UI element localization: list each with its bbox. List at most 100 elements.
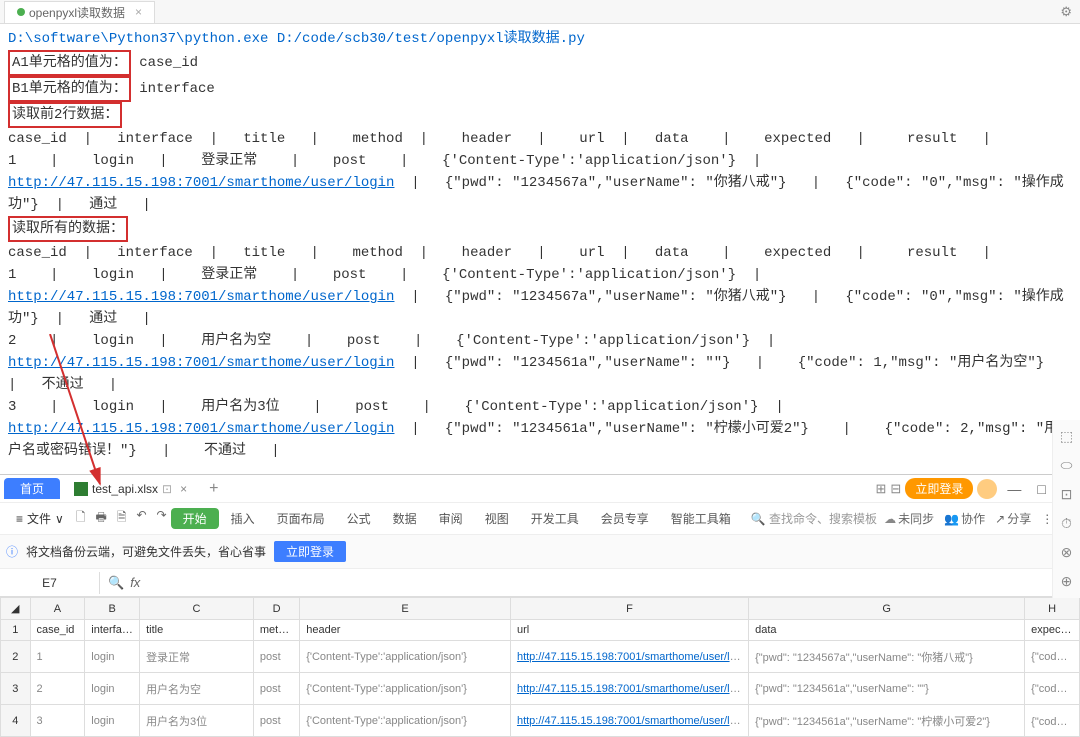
grid-icon[interactable]: ⊞: [876, 481, 887, 497]
cell[interactable]: case_id: [30, 620, 85, 641]
cell-reference[interactable]: E7: [0, 572, 100, 594]
cell[interactable]: login: [85, 673, 140, 705]
a1-label: A1单元格的值为：: [8, 50, 131, 76]
cell[interactable]: {'Content-Type':'application/json'}: [300, 705, 511, 737]
cell[interactable]: {"pwd": "1234561a","userName": "柠檬小可爱2"}: [749, 705, 1025, 737]
select-all-corner[interactable]: ◢: [1, 598, 31, 620]
more-tools-icon[interactable]: ⊕: [1061, 573, 1073, 590]
url-link[interactable]: http://47.115.15.198:7001/smarthome/user…: [8, 289, 394, 305]
file-menu[interactable]: ≡ 文件 ∨: [8, 508, 72, 529]
gear-icon[interactable]: ⚙: [1060, 4, 1072, 20]
file-tab[interactable]: test_api.xlsx ⊡ ×: [66, 480, 195, 498]
cell[interactable]: 登录正常: [140, 641, 254, 673]
col-header[interactable]: F: [510, 598, 748, 620]
minimize-icon[interactable]: —: [1001, 479, 1027, 499]
login-button[interactable]: 立即登录: [905, 478, 973, 499]
cell[interactable]: login: [85, 705, 140, 737]
list-icon[interactable]: ⊟: [890, 481, 901, 497]
cell[interactable]: http://47.115.15.198:7001/smarthome/user…: [510, 705, 748, 737]
menu-review[interactable]: 审阅: [429, 508, 473, 529]
home-tab[interactable]: 首页: [4, 478, 60, 499]
print-icon[interactable]: 🖶: [93, 506, 108, 531]
console-tab[interactable]: openpyxl读取数据 ×: [4, 1, 155, 23]
row-header[interactable]: 2: [1, 641, 31, 673]
cell[interactable]: expected: [1025, 620, 1080, 641]
menu-insert[interactable]: 插入: [221, 508, 265, 529]
col-header[interactable]: C: [140, 598, 254, 620]
undo-icon[interactable]: ↶: [134, 506, 148, 531]
col-header[interactable]: D: [253, 598, 299, 620]
table-row[interactable]: 2 1 login 登录正常 post {'Content-Type':'app…: [1, 641, 1080, 673]
cell[interactable]: 用户名为空: [140, 673, 254, 705]
sync-status[interactable]: ☁未同步: [884, 510, 934, 527]
cell[interactable]: post: [253, 673, 299, 705]
col-header[interactable]: H: [1025, 598, 1080, 620]
cell[interactable]: 用户名为3位: [140, 705, 254, 737]
col-header[interactable]: A: [30, 598, 85, 620]
close-icon[interactable]: ×: [180, 482, 187, 496]
settings-icon[interactable]: ⊡: [1061, 486, 1073, 503]
pin-icon[interactable]: ⊡: [162, 482, 172, 496]
cell[interactable]: data: [749, 620, 1025, 641]
spreadsheet-grid[interactable]: ◢ A B C D E F G H 1 case_id interface ti…: [0, 597, 1080, 737]
cell[interactable]: {'Content-Type':'application/json'}: [300, 641, 511, 673]
collab-button[interactable]: 👥 协作: [944, 510, 985, 527]
fx-icon[interactable]: fx: [130, 575, 140, 590]
menu-formula[interactable]: 公式: [337, 508, 381, 529]
cell[interactable]: {'Content-Type':'application/json'}: [300, 673, 511, 705]
col-header[interactable]: G: [749, 598, 1025, 620]
close-icon[interactable]: ×: [135, 5, 142, 19]
cell[interactable]: interface: [85, 620, 140, 641]
cell[interactable]: post: [253, 641, 299, 673]
name-search-icon[interactable]: 🔍: [108, 575, 124, 591]
cell[interactable]: 2: [30, 673, 85, 705]
table-row[interactable]: 3 2 login 用户名为空 post {'Content-Type':'ap…: [1, 673, 1080, 705]
menu-vip[interactable]: 会员专享: [591, 508, 659, 529]
cell[interactable]: {"code": 1,: [1025, 673, 1080, 705]
menu-dev[interactable]: 开发工具: [521, 508, 589, 529]
redo-icon[interactable]: ↷: [155, 506, 169, 531]
url-link[interactable]: http://47.115.15.198:7001/smarthome/user…: [8, 175, 394, 191]
menu-data[interactable]: 数据: [383, 508, 427, 529]
cell[interactable]: {"pwd": "1234567a","userName": "你猪八戒"}: [749, 641, 1025, 673]
table-row[interactable]: 1 case_id interface title method header …: [1, 620, 1080, 641]
url-link[interactable]: http://47.115.15.198:7001/smarthome/user…: [8, 421, 394, 437]
preview-icon[interactable]: 🗎: [115, 506, 129, 531]
col-header[interactable]: E: [300, 598, 511, 620]
cell[interactable]: title: [140, 620, 254, 641]
menu-view[interactable]: 视图: [475, 508, 519, 529]
avatar[interactable]: [977, 479, 997, 499]
menu-layout[interactable]: 页面布局: [267, 508, 335, 529]
cell[interactable]: http://47.115.15.198:7001/smarthome/user…: [510, 673, 748, 705]
col-header[interactable]: B: [85, 598, 140, 620]
cell[interactable]: {"code": "0": [1025, 641, 1080, 673]
search-input[interactable]: 🔍 查找命令、搜索模板: [751, 510, 877, 527]
link-icon[interactable]: ⊗: [1061, 544, 1073, 561]
save-icon[interactable]: 🗋: [74, 506, 88, 531]
cell[interactable]: url: [510, 620, 748, 641]
cell[interactable]: {"code": 2,"误！"}: [1025, 705, 1080, 737]
menu-ai[interactable]: 智能工具箱: [661, 508, 741, 529]
cell[interactable]: http://47.115.15.198:7001/smarthome/user…: [510, 641, 748, 673]
cell[interactable]: {"pwd": "1234561a","userName": ""}: [749, 673, 1025, 705]
add-tab-button[interactable]: +: [201, 480, 226, 498]
selection-icon[interactable]: ⬭: [1061, 457, 1073, 474]
cell[interactable]: 1: [30, 641, 85, 673]
cell[interactable]: method: [253, 620, 299, 641]
maximize-icon[interactable]: □: [1031, 479, 1051, 499]
cell[interactable]: post: [253, 705, 299, 737]
formula-input[interactable]: [148, 571, 1080, 594]
row-header[interactable]: 4: [1, 705, 31, 737]
row-header[interactable]: 1: [1, 620, 31, 641]
cell[interactable]: login: [85, 641, 140, 673]
start-menu[interactable]: 开始: [171, 508, 219, 529]
table-row[interactable]: 4 3 login 用户名为3位 post {'Content-Type':'a…: [1, 705, 1080, 737]
banner-login-button[interactable]: 立即登录: [274, 541, 346, 562]
cell[interactable]: header: [300, 620, 511, 641]
url-link[interactable]: http://47.115.15.198:7001/smarthome/user…: [8, 355, 394, 371]
cell[interactable]: 3: [30, 705, 85, 737]
select-icon[interactable]: ⬚: [1060, 428, 1073, 445]
share-button[interactable]: ↗ 分享: [995, 510, 1031, 527]
row-header[interactable]: 3: [1, 673, 31, 705]
clock-icon[interactable]: ⏱: [1061, 515, 1072, 532]
